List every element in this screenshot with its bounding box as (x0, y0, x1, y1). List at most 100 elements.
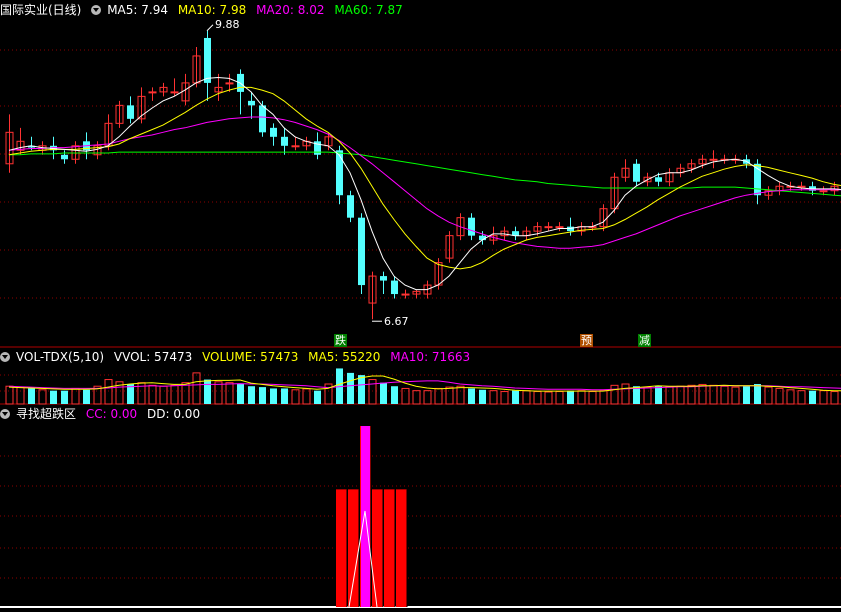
candle-body (709, 158, 718, 161)
volume-bar (720, 385, 729, 405)
volume-bar (38, 389, 47, 405)
signal-bar (336, 489, 347, 607)
signal-bar (348, 489, 359, 607)
volume-bar (445, 386, 454, 405)
annotations: 9.88 6.67 (206, 18, 409, 328)
volume-bar (71, 387, 80, 405)
candle-body (170, 91, 179, 94)
volume-bar (104, 379, 113, 405)
volume-bar (709, 384, 718, 405)
volume-bar (281, 388, 288, 404)
volume-bar (259, 387, 266, 404)
grid-lines (0, 49, 841, 608)
volume-bar (170, 384, 179, 405)
volume-bar (159, 385, 168, 405)
signal-bar (372, 489, 383, 607)
volume-bar (214, 381, 223, 405)
volume-bar (743, 386, 750, 404)
volume-bar (643, 386, 652, 405)
candle-body (555, 226, 564, 229)
volume-bar (50, 390, 57, 404)
candle-body (797, 185, 806, 188)
volume-bar (248, 386, 255, 404)
high-marker-label: 9.88 (215, 18, 240, 31)
volume-bar (204, 379, 211, 404)
volume-bar (588, 391, 597, 405)
volume-bar (5, 385, 14, 405)
volume-bar (314, 390, 321, 404)
high-marker-arrow (206, 24, 214, 32)
volume-bar (16, 386, 25, 405)
volume-bar (809, 390, 816, 404)
volume-bar (655, 386, 662, 404)
volume-bar (412, 390, 421, 405)
candle-body (544, 226, 553, 229)
volume-bar (28, 388, 35, 404)
candle-body (291, 145, 300, 148)
volume-bar (819, 390, 828, 405)
candle-body (127, 105, 134, 119)
volume-bar (665, 386, 674, 405)
volume-bar (555, 391, 564, 405)
candle-body (633, 163, 640, 182)
volume-bar (83, 389, 90, 404)
volume-bar (500, 391, 509, 405)
volume-bar (270, 388, 277, 404)
candle-body (468, 217, 475, 236)
volume-bar (512, 390, 519, 404)
volume-bar (764, 386, 773, 405)
volume-bar (192, 372, 201, 405)
candle-body (259, 105, 266, 133)
candlestick-series (5, 30, 839, 320)
volume-bar (786, 389, 795, 405)
volume-bar (225, 382, 234, 405)
volume-bar (599, 390, 608, 405)
volume-bar (237, 384, 244, 404)
volume-bar (577, 390, 586, 405)
volume-bar (368, 379, 377, 405)
candle-body (204, 37, 211, 83)
volume-bar (731, 386, 740, 405)
volume-bar (621, 383, 630, 405)
volume-bar (456, 385, 465, 405)
volume-bar (775, 387, 784, 405)
candle-body (347, 195, 354, 218)
volume-bar (544, 391, 553, 405)
volume-bar (148, 384, 157, 405)
candle-body (270, 127, 277, 137)
signal-label-die: 跌 (334, 334, 347, 347)
signal-label-yu: 预 (580, 334, 593, 347)
volume-bar (830, 391, 839, 405)
volume-bar (698, 383, 707, 405)
volume-bar (380, 382, 387, 404)
candle-body (391, 280, 398, 295)
candle-body (336, 150, 343, 196)
candle-body (358, 217, 365, 286)
volume-bar (522, 390, 531, 405)
candle-body (380, 276, 387, 281)
candle-body (225, 82, 234, 85)
volume-bar (61, 390, 68, 404)
stock-chart[interactable]: 9.88 6.67 (0, 0, 841, 612)
candle-body (248, 100, 255, 106)
volume-bar (533, 391, 542, 405)
low-marker-label: 6.67 (384, 315, 409, 328)
volume-bar (754, 384, 761, 404)
candle-body (61, 154, 68, 160)
candle-body (148, 91, 157, 94)
volume-bar (358, 375, 365, 404)
signal-bar (396, 489, 407, 607)
volume-bar (687, 384, 696, 405)
volume-bar (347, 372, 354, 404)
volume-bar (610, 384, 619, 405)
volume-bar (567, 390, 574, 404)
signal-bar (384, 489, 395, 607)
candle-body (281, 136, 288, 146)
candle-body (819, 190, 828, 193)
candle-body (401, 293, 410, 296)
volume-bar (797, 390, 806, 405)
volume-bar (676, 385, 685, 405)
signal-label-jian: 减 (638, 334, 651, 347)
volume-bar (391, 386, 398, 404)
signal-bars (336, 426, 408, 608)
